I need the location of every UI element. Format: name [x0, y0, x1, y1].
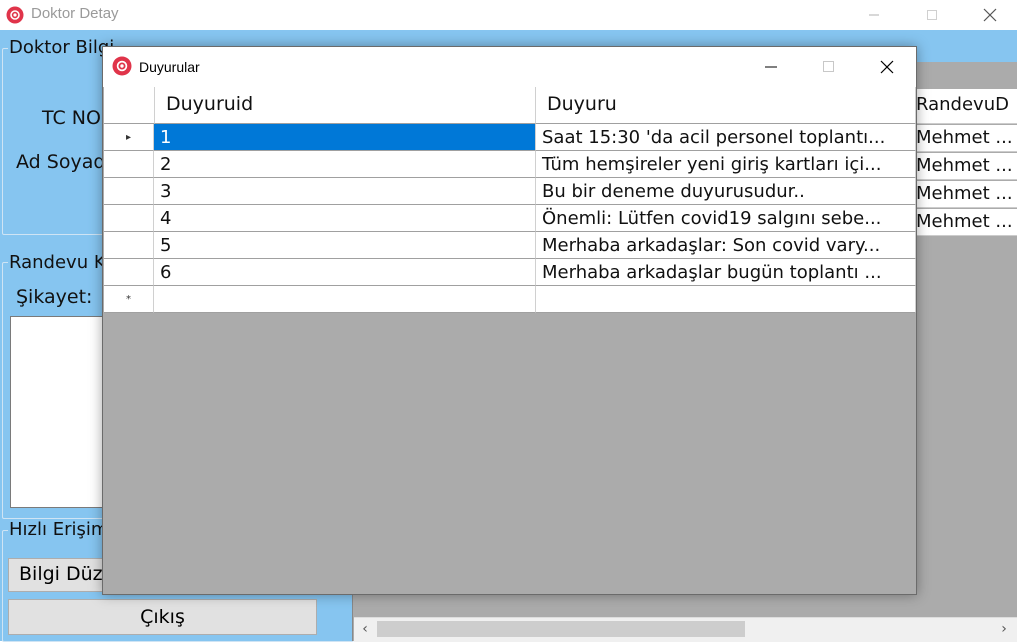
grid-corner-header[interactable]: [104, 87, 155, 124]
new-row-indicator-icon[interactable]: *: [104, 286, 154, 313]
row-header[interactable]: [104, 205, 154, 232]
cell-duyuru[interactable]: Önemli: Lütfen covid19 salgını sebe...: [536, 205, 916, 232]
maximize-icon: [927, 10, 937, 20]
cell-duyuru[interactable]: Tüm hemşireler yeni giriş kartları içi..…: [536, 151, 916, 178]
scrollbar-thumb[interactable]: [377, 621, 745, 637]
cell-duyuruid[interactable]: 1: [154, 124, 536, 151]
minimize-icon: [869, 14, 879, 16]
duyurular-title: Duyurular: [139, 59, 200, 75]
table-row[interactable]: 6 Merhaba arkadaşlar bugün toplantı ...: [104, 259, 916, 286]
doktor-bilgi-label: Doktor Bilgi: [8, 37, 116, 58]
randevu-grid-row[interactable]: Mehmet ...: [914, 125, 1017, 152]
bg-maximize-button[interactable]: [909, 0, 955, 30]
row-header[interactable]: [104, 178, 154, 205]
close-icon: [983, 8, 997, 22]
cell-duyuruid[interactable]: 2: [154, 151, 536, 178]
row-header[interactable]: [104, 259, 154, 286]
randevu-grid-row[interactable]: Mehmet ...: [914, 209, 1017, 236]
table-row[interactable]: 5 Merhaba arkadaşlar: Son covid vary...: [104, 232, 916, 259]
duyurular-grid: Duyuruid Duyuru ▸ 1 Saat 15:30 'da acil …: [104, 87, 916, 317]
randevu-grid-cell: Mehmet ...: [916, 183, 1013, 204]
randevu-grid-header[interactable]: RandevuD: [914, 89, 1017, 124]
scroll-left-icon[interactable]: ‹: [356, 619, 374, 639]
maximize-icon: [823, 61, 834, 72]
cell-duyuru[interactable]: Merhaba arkadaşlar bugün toplantı ...: [536, 259, 916, 286]
row-header[interactable]: [104, 151, 154, 178]
cell-duyuruid[interactable]: [154, 286, 536, 313]
background-window-title: Doktor Detay: [31, 5, 119, 22]
current-row-indicator-icon[interactable]: ▸: [104, 124, 154, 151]
randevu-grid-cell: Mehmet ...: [916, 211, 1013, 232]
randevu-label: Randevu K: [8, 252, 107, 273]
sikayet-label: Şikayet:: [16, 286, 93, 308]
randevu-grid-header-label: RandevuD: [916, 94, 1009, 115]
randevu-grid-cell: Mehmet ...: [916, 127, 1013, 148]
randevu-grid-cell: Mehmet ...: [916, 155, 1013, 176]
app-record-icon: [6, 6, 24, 24]
table-row[interactable]: 2 Tüm hemşireler yeni giriş kartları içi…: [104, 151, 916, 178]
tc-no-label: TC NO: [42, 107, 101, 129]
randevu-grid-row[interactable]: Mehmet ...: [914, 153, 1017, 180]
cikis-button-label: Çıkış: [140, 606, 185, 628]
scroll-right-icon[interactable]: ›: [995, 619, 1013, 639]
close-button[interactable]: [858, 47, 916, 87]
cell-duyuru[interactable]: Merhaba arkadaşlar: Son covid vary...: [536, 232, 916, 259]
row-header[interactable]: [104, 232, 154, 259]
close-icon: [880, 60, 894, 74]
maximize-button[interactable]: [800, 47, 858, 87]
duyurular-window: Duyurular Duyuruid Duyuru ▸ 1 Saat 15:30…: [102, 46, 917, 595]
column-header-duyuru[interactable]: Duyuru: [536, 87, 916, 124]
cell-duyuruid[interactable]: 3: [154, 178, 536, 205]
minimize-icon: [765, 66, 777, 68]
cell-duyuruid[interactable]: 5: [154, 232, 536, 259]
hizli-erisim-label: Hızlı Erişim: [8, 519, 110, 540]
new-row[interactable]: *: [104, 286, 916, 313]
cell-duyuruid[interactable]: 4: [154, 205, 536, 232]
cikis-button[interactable]: Çıkış: [8, 599, 317, 635]
bg-close-button[interactable]: [967, 0, 1013, 30]
bg-minimize-button[interactable]: [851, 0, 897, 30]
table-row[interactable]: ▸ 1 Saat 15:30 'da acil personel toplant…: [104, 124, 916, 151]
randevu-grid-row[interactable]: Mehmet ...: [914, 181, 1017, 208]
table-row[interactable]: 3 Bu bir deneme duyurusudur..: [104, 178, 916, 205]
ad-soyad-label: Ad Soyad: [16, 151, 106, 173]
cell-duyuru[interactable]: [536, 286, 916, 313]
cell-duyuruid[interactable]: 6: [154, 259, 536, 286]
cell-duyuru[interactable]: Saat 15:30 'da acil personel toplantı...: [536, 124, 916, 151]
cell-duyuru[interactable]: Bu bir deneme duyurusudur..: [536, 178, 916, 205]
table-row[interactable]: 4 Önemli: Lütfen covid19 salgını sebe...: [104, 205, 916, 232]
column-header-duyuruid[interactable]: Duyuruid: [155, 87, 536, 124]
app-record-icon: [112, 56, 132, 76]
minimize-button[interactable]: [742, 47, 800, 87]
